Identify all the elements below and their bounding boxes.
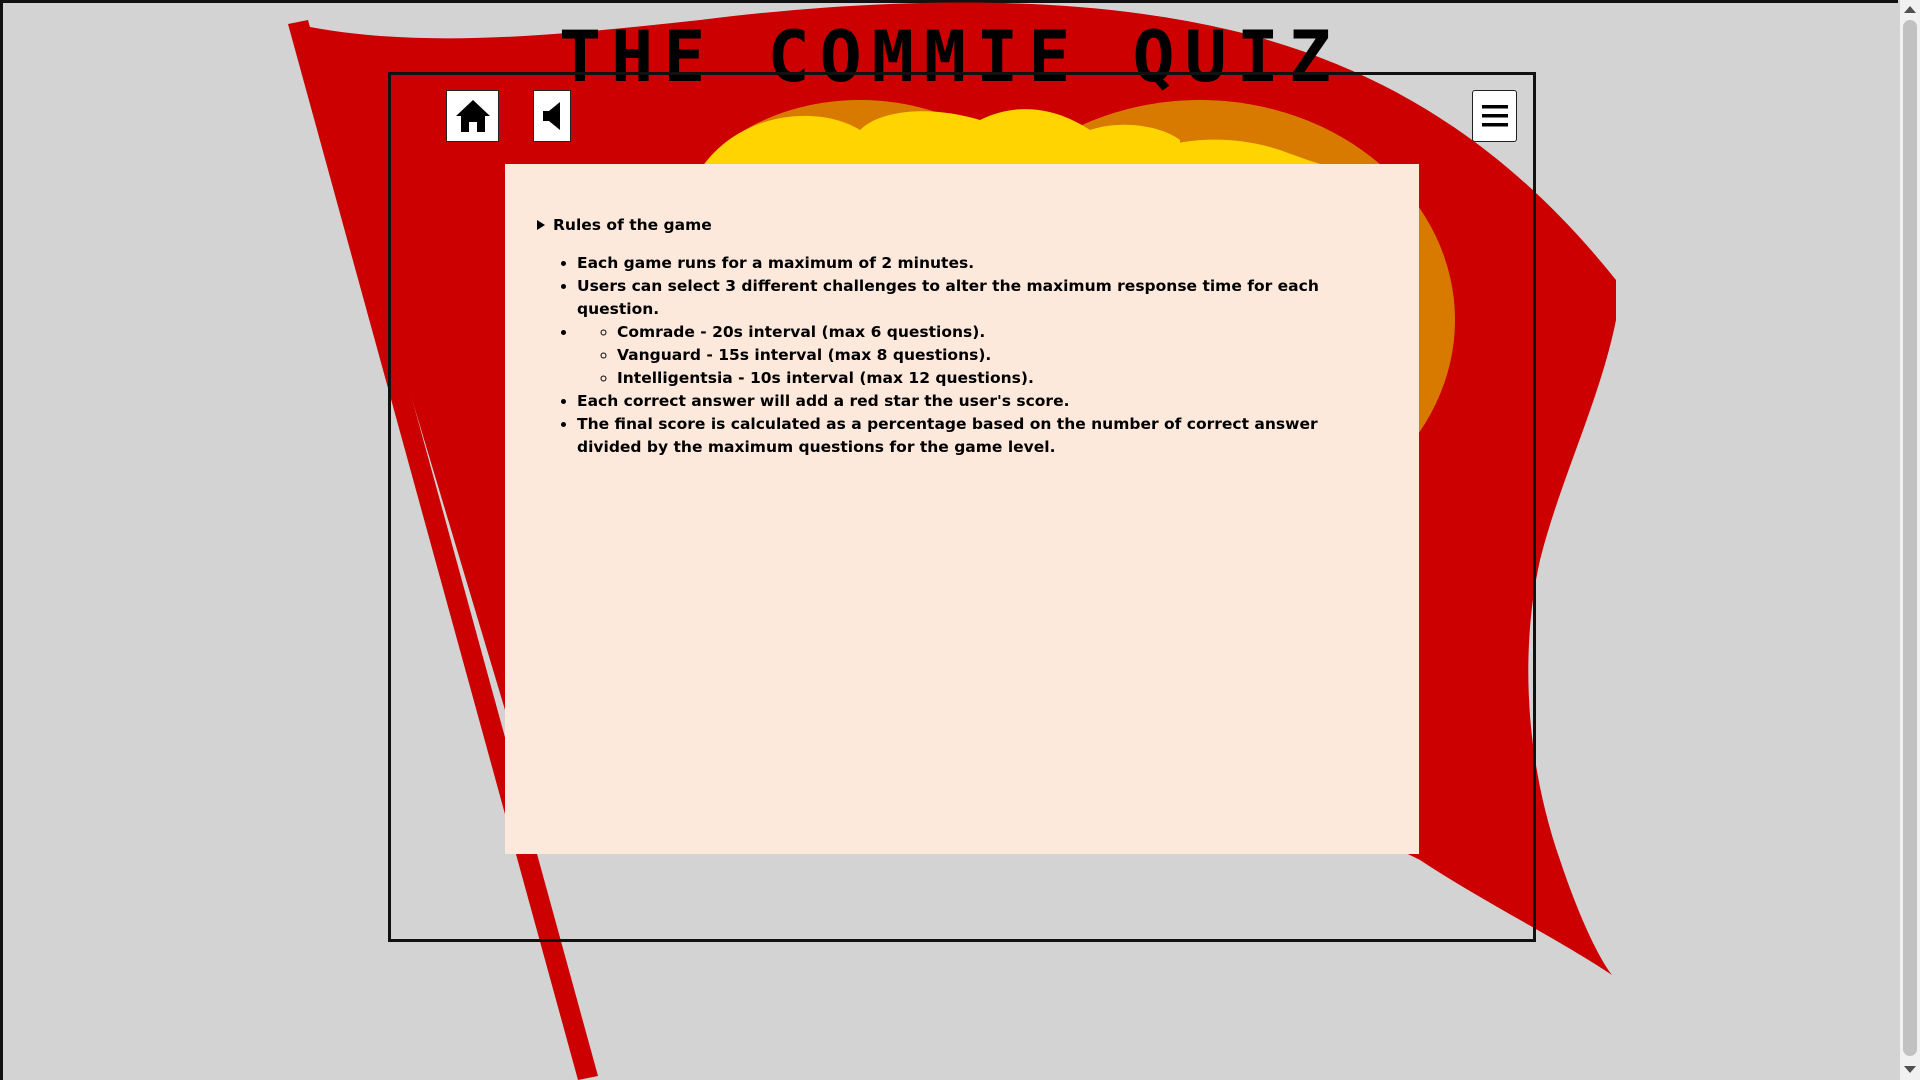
- menu-button[interactable]: [1472, 90, 1517, 142]
- challenge-item: Vanguard - 15s interval (max 8 questions…: [617, 344, 1379, 367]
- rule-item: Users can select 3 different challenges …: [577, 275, 1379, 321]
- scroll-down-icon[interactable]: [1904, 1066, 1916, 1073]
- challenge-item: Comrade - 20s interval (max 6 questions)…: [617, 321, 1379, 344]
- rules-panel: Rules of the game Each game runs for a m…: [505, 164, 1419, 854]
- scroll-up-icon[interactable]: [1904, 6, 1916, 13]
- rules-summary-label: Rules of the game: [553, 216, 712, 234]
- scrollbar-thumb[interactable]: [1903, 20, 1917, 1056]
- sound-button[interactable]: [533, 90, 571, 142]
- speaker-icon: [543, 102, 560, 130]
- home-button[interactable]: [446, 90, 499, 142]
- challenge-list: Comrade - 20s interval (max 6 questions)…: [577, 321, 1379, 390]
- hamburger-menu-icon: [1481, 105, 1508, 127]
- rule-item: Each correct answer will add a red star …: [577, 390, 1379, 413]
- rule-item: The final score is calculated as a perce…: [577, 413, 1379, 459]
- rule-item: Each game runs for a maximum of 2 minute…: [577, 252, 1379, 275]
- disclosure-triangle-icon: [537, 220, 545, 230]
- home-icon: [455, 100, 490, 132]
- rule-item-challenges: Comrade - 20s interval (max 6 questions)…: [577, 321, 1379, 390]
- rules-list: Each game runs for a maximum of 2 minute…: [537, 252, 1379, 459]
- rules-summary-toggle[interactable]: Rules of the game: [537, 216, 1379, 234]
- challenge-item: Intelligentsia - 10s interval (max 12 qu…: [617, 367, 1379, 390]
